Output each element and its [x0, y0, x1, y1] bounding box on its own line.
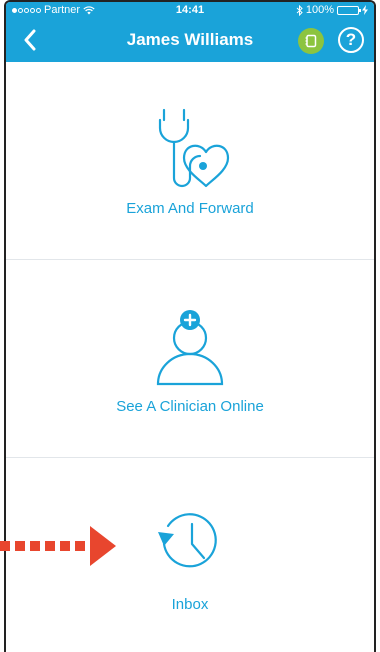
battery-icon — [337, 5, 361, 15]
help-label: ? — [345, 30, 357, 49]
status-right: 100% — [296, 2, 368, 18]
bluetooth-icon — [296, 4, 303, 16]
battery-percent: 100% — [305, 4, 334, 16]
help-button[interactable]: ? — [338, 27, 364, 53]
menu-item-see-clinician[interactable]: See A Clinician Online — [6, 260, 374, 458]
notebook-icon — [305, 34, 317, 48]
menu-icon-wrapper — [6, 104, 374, 192]
history-clock-icon — [158, 513, 217, 568]
app-header: Partner 14:41 100% James Williams ? — [6, 2, 374, 62]
menu-icon-wrapper — [6, 308, 374, 388]
status-bar: Partner 14:41 100% — [6, 2, 374, 18]
annotation-arrow-icon — [0, 526, 116, 566]
menu-label: See A Clinician Online — [116, 398, 264, 415]
profile-button[interactable] — [298, 28, 324, 54]
menu-label: Exam And Forward — [126, 200, 254, 217]
clinician-add-icon — [156, 310, 224, 386]
menu-label: Inbox — [171, 596, 209, 613]
nav-bar: James Williams ? — [6, 18, 374, 62]
charging-icon — [362, 5, 368, 15]
menu-item-exam-and-forward[interactable]: Exam And Forward — [6, 62, 374, 260]
stethoscope-heart-icon — [158, 108, 230, 188]
